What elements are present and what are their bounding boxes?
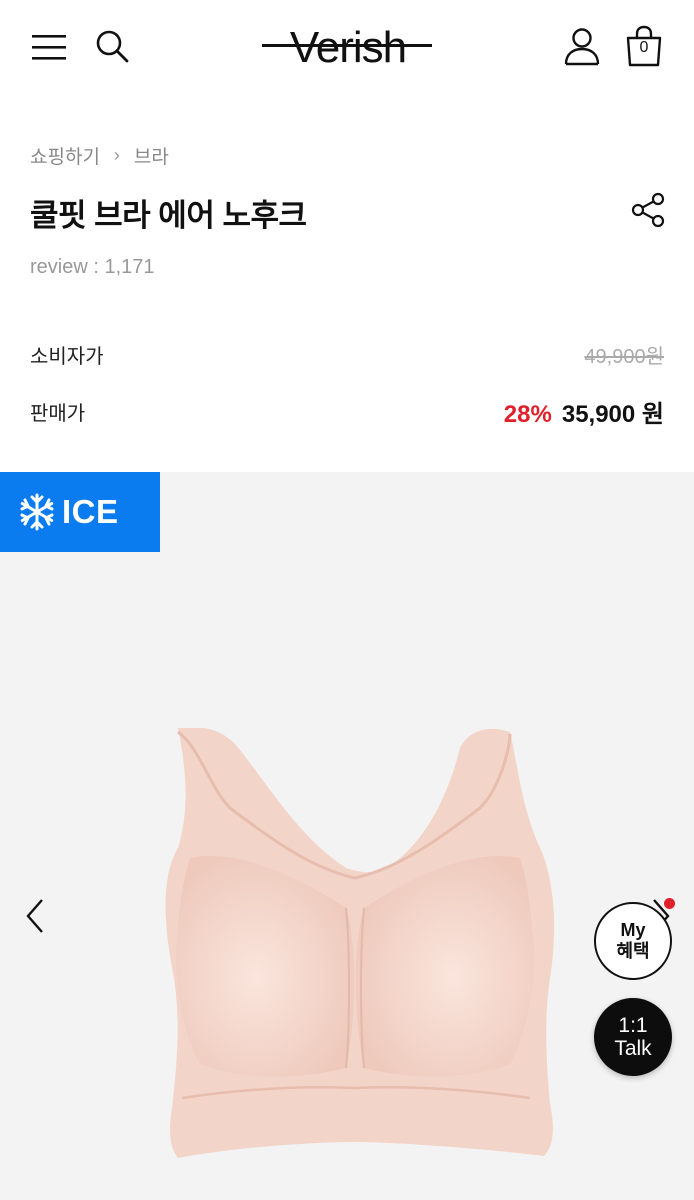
- talk-line2: Talk: [614, 1037, 652, 1060]
- menu-button[interactable]: [28, 26, 70, 68]
- product-bra-image: [165, 728, 555, 1158]
- top-header: Verish 0: [0, 0, 694, 96]
- gallery-prev-button[interactable]: [18, 896, 54, 936]
- sale-price-group: 28% 35,900 원: [504, 394, 664, 429]
- search-icon: [96, 30, 129, 63]
- product-image-gallery[interactable]: ICE: [0, 472, 694, 1200]
- talk-line1: 1:1: [618, 1014, 648, 1037]
- snowflake-icon: [20, 493, 54, 531]
- brand-logo[interactable]: Verish: [260, 22, 436, 74]
- hamburger-icon: [32, 35, 66, 60]
- ice-badge: ICE: [0, 472, 160, 552]
- my-benefits-button[interactable]: My 혜택: [594, 902, 672, 980]
- one-on-one-talk-button[interactable]: 1:1 Talk: [594, 998, 672, 1076]
- consumer-price-label: 소비자가: [30, 346, 104, 368]
- cart-button[interactable]: 0: [620, 22, 668, 70]
- discount-rate: 28%: [503, 401, 552, 428]
- cart-count-badge: 0: [639, 39, 649, 56]
- review-count[interactable]: review : 1,171: [30, 256, 155, 279]
- sale-price-label: 판매가: [30, 403, 86, 425]
- consumer-price-row: 소비자가 49,900원: [30, 340, 664, 369]
- sale-price: 35,900 원: [561, 401, 664, 428]
- search-button[interactable]: [90, 24, 134, 68]
- breadcrumb-bra[interactable]: 브라: [134, 142, 169, 169]
- breadcrumb-shop[interactable]: 쇼핑하기: [30, 142, 100, 169]
- ice-badge-label: ICE: [62, 493, 119, 530]
- original-price: 49,900원: [584, 346, 664, 368]
- user-icon: [564, 28, 600, 66]
- share-button[interactable]: [628, 190, 668, 230]
- logo-strike-bar: [262, 44, 432, 47]
- share-icon: [631, 192, 665, 228]
- logo-text: Verish: [289, 23, 407, 72]
- product-title: 쿨핏 브라 에어 노후크: [30, 198, 307, 233]
- notification-dot: [664, 898, 675, 909]
- breadcrumb: 쇼핑하기 › 브라: [30, 142, 169, 169]
- breadcrumb-separator: ›: [113, 145, 120, 165]
- sale-price-row: 판매가 28% 35,900 원: [30, 394, 664, 429]
- chevron-left-icon: [26, 899, 43, 933]
- account-button[interactable]: [558, 22, 606, 70]
- my-benefits-line1: My: [620, 920, 646, 940]
- my-benefits-line2: 혜택: [616, 941, 650, 961]
